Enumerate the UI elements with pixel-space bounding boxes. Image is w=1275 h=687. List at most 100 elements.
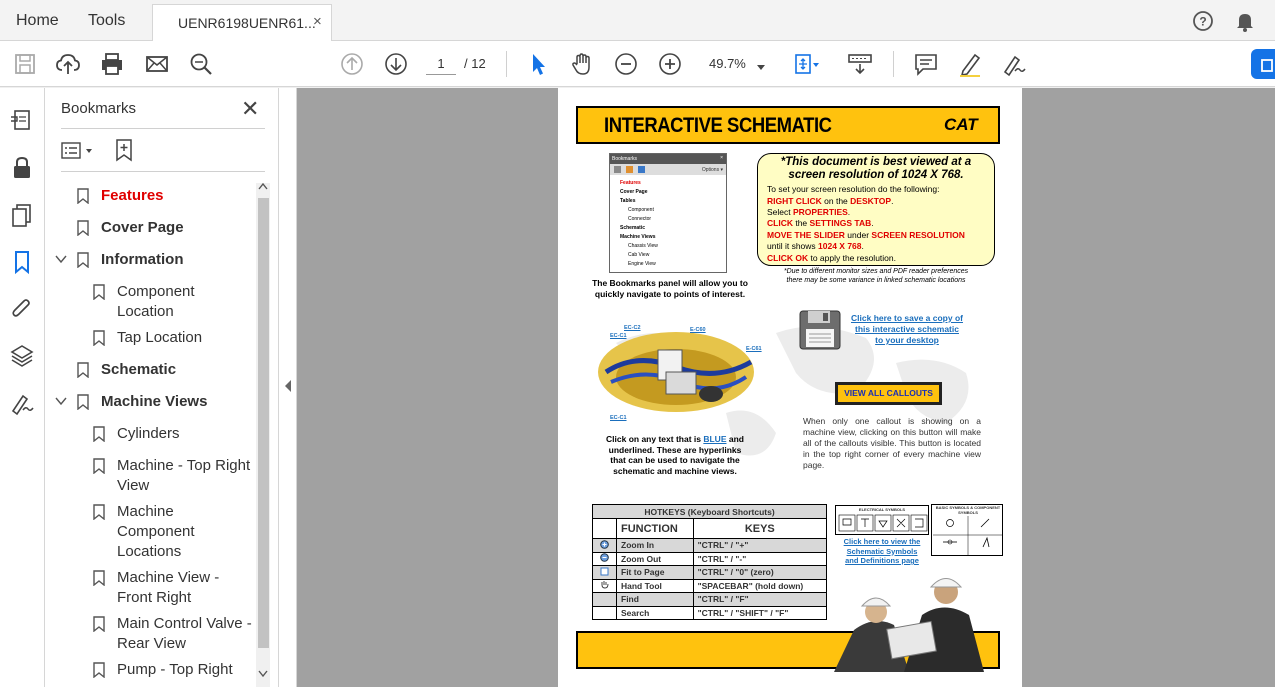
panel-divider: [61, 171, 265, 172]
scroll-up-icon[interactable]: [258, 182, 268, 193]
options-menu-icon[interactable]: [61, 140, 97, 167]
callout-link[interactable]: E-C60: [690, 327, 706, 333]
bookmarks-panel-title: Bookmarks: [61, 100, 137, 117]
bookmark-icon: [77, 252, 89, 274]
bookmark-item-machine-top-right-view[interactable]: Machine - Top Right View: [45, 456, 250, 496]
print-icon[interactable]: [99, 51, 125, 77]
close-tab-icon[interactable]: ×: [313, 13, 322, 30]
callout-link[interactable]: E-C61: [746, 346, 762, 352]
toolbar: / 12 49.7%: [0, 41, 1275, 87]
table-row: Zoom Out "CTRL" / "-": [592, 551, 828, 566]
bookmark-item-information[interactable]: Information: [45, 250, 250, 270]
document-viewer[interactable]: INTERACTIVE SCHEMATIC CAT Bookmarks × Opt…: [297, 88, 1275, 687]
bookmark-item-machine-view-front-right[interactable]: Machine View - Front Right: [45, 568, 250, 608]
scroll-mode-icon[interactable]: [847, 51, 873, 77]
table-cell: [592, 518, 617, 539]
zoom-out-icon: [592, 551, 617, 566]
previous-page-icon[interactable]: [339, 51, 365, 77]
zoom-out-icon[interactable]: [613, 51, 639, 77]
symbols-definitions-link[interactable]: Click here to view the Schematic Symbols…: [835, 537, 929, 566]
page-number-input[interactable]: [426, 53, 456, 75]
chevron-down-icon[interactable]: [55, 392, 69, 412]
bookmark-icon: [93, 570, 105, 592]
zoom-level-value: 49.7%: [709, 56, 746, 71]
bookmark-item-machine-component-locations[interactable]: Machine Component Locations: [45, 502, 250, 562]
bookmark-label: Machine - Top Right View: [117, 457, 251, 494]
bookmark-label: Cover Page: [101, 219, 184, 236]
view-all-callouts-button[interactable]: VIEW ALL CALLOUTS: [835, 382, 942, 405]
save-icon[interactable]: [12, 51, 38, 77]
table-cell: [592, 592, 617, 607]
column-header: KEYS: [692, 518, 828, 539]
tab-document[interactable]: UENR6198UENR61... ×: [152, 4, 332, 41]
attachment-icon[interactable]: [9, 296, 35, 322]
bookmark-item-tap-location[interactable]: Tap Location: [45, 328, 250, 348]
search-zoom-icon[interactable]: [188, 51, 214, 77]
floppy-disk-icon[interactable]: [798, 309, 842, 351]
scrollbar-thumb[interactable]: [258, 198, 269, 648]
hand-tool-icon[interactable]: [569, 51, 595, 77]
highlight-pen-icon[interactable]: [957, 51, 983, 77]
bookmarks-caption: quickly navigate to points of interest.: [594, 289, 746, 299]
zoom-in-icon[interactable]: [657, 51, 683, 77]
table-cell: "CTRL" / "-": [692, 551, 828, 566]
mail-icon[interactable]: [144, 51, 170, 77]
basic-symbols-thumbnail: BASIC SYMBOLS & COMPONENT SYMBOLS: [931, 504, 1003, 556]
svg-text:?: ?: [1199, 15, 1206, 29]
mini-item: Features: [620, 180, 641, 186]
notice-footnote: *Due to different monitor sizes and PDF …: [783, 268, 969, 275]
bookmarks-caption: The Bookmarks panel will allow you to: [592, 278, 748, 288]
save-copy-link[interactable]: Click here to save a copy of this intera…: [844, 313, 970, 346]
bookmark-item-cover-page[interactable]: Cover Page: [45, 218, 250, 238]
bookmark-item-main-control-valve-rear-view[interactable]: Main Control Valve - Rear View: [45, 614, 252, 654]
mini-folder-icon: [626, 166, 633, 173]
callout-link[interactable]: EC-C1: [610, 333, 627, 339]
new-bookmark-icon[interactable]: [113, 138, 137, 167]
bookmark-item-component-location[interactable]: Component Location: [45, 282, 250, 322]
banner-title: INTERACTIVE SCHEMATIC: [604, 114, 832, 137]
select-cursor-icon[interactable]: [525, 51, 551, 77]
mini-trash-icon: [614, 166, 621, 173]
bookmark-label: Tap Location: [117, 329, 203, 346]
bookmark-icon: [93, 662, 105, 684]
bell-icon[interactable]: [1234, 10, 1256, 37]
layers-icon[interactable]: [9, 343, 35, 369]
panel-collapse-handle[interactable]: [279, 88, 297, 687]
bookmark-item-schematic[interactable]: Schematic: [45, 360, 250, 380]
bookmark-item-machine-views[interactable]: Machine Views: [45, 392, 250, 412]
upload-cloud-icon[interactable]: [55, 51, 81, 77]
mini-bookmark-icon: [638, 166, 645, 173]
callout-description: When only one callout is showing on a ma…: [803, 416, 981, 470]
tab-tools[interactable]: Tools: [88, 12, 125, 30]
zoom-level-select[interactable]: 49.7%: [703, 52, 773, 76]
tab-home[interactable]: Home: [16, 12, 59, 30]
bookmark-label: Cylinders: [117, 425, 180, 442]
bookmark-label: Machine Component Locations: [117, 503, 195, 560]
fit-page-icon[interactable]: [793, 51, 819, 77]
copy-pages-icon[interactable]: [9, 202, 35, 228]
comment-icon[interactable]: [913, 51, 939, 77]
scroll-down-icon[interactable]: [258, 670, 268, 681]
notice-footnote: there may be some variance in linked sch…: [786, 277, 966, 284]
close-icon[interactable]: ✕: [241, 96, 259, 122]
callout-link[interactable]: EC-C2: [624, 325, 641, 331]
page-thumbnails-icon[interactable]: [9, 108, 35, 134]
zoom-in-icon: [592, 538, 617, 553]
callout-link[interactable]: EC-C1: [610, 415, 627, 421]
bookmark-icon: [77, 362, 89, 384]
notice-step: until it shows 1024 X 768.: [767, 241, 864, 251]
next-page-icon[interactable]: [383, 51, 409, 77]
share-button[interactable]: [1251, 49, 1275, 79]
sign-icon[interactable]: [1001, 51, 1027, 77]
hand-tool-icon: [592, 578, 617, 593]
help-icon[interactable]: ?: [1192, 10, 1214, 37]
bookmark-item-cylinders[interactable]: Cylinders: [45, 424, 250, 444]
bookmark-item-pump-top-right[interactable]: Pump - Top Right: [45, 660, 250, 687]
lock-icon[interactable]: [9, 155, 35, 181]
electrical-symbols-thumbnail: ELECTRICAL SYMBOLS: [835, 505, 929, 535]
chevron-down-icon[interactable]: [55, 250, 69, 270]
bookmark-icon[interactable]: [9, 249, 35, 275]
chevron-down-icon: [757, 59, 765, 74]
bookmark-item-features[interactable]: Features: [45, 186, 250, 206]
signature-icon[interactable]: [9, 390, 35, 416]
